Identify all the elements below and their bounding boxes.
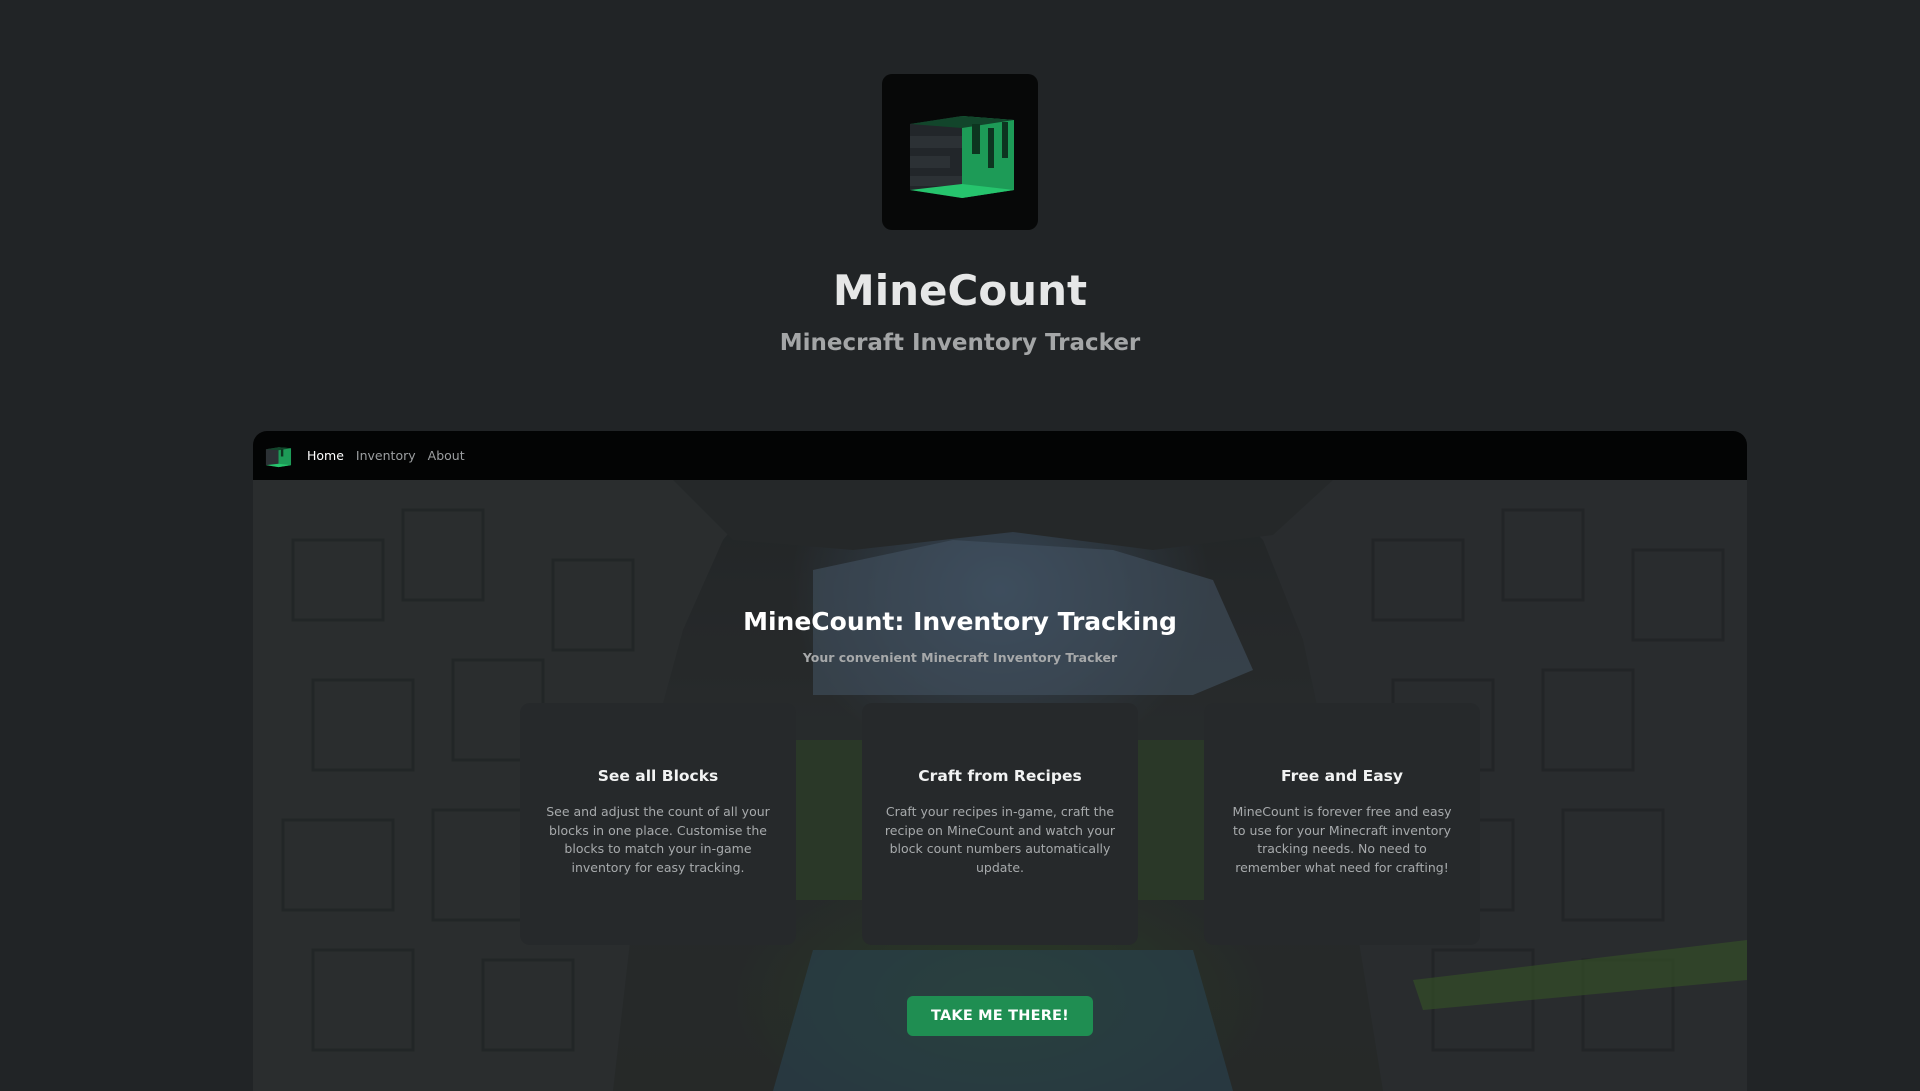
nav-link-home[interactable]: Home xyxy=(307,448,344,463)
navbar-logo[interactable] xyxy=(263,441,293,471)
card-description: See and adjust the count of all your blo… xyxy=(546,804,770,875)
card-title: See all Blocks xyxy=(597,767,719,785)
navbar: Home Inventory About xyxy=(253,431,1747,480)
feature-card-see-all-blocks: See all Blocks See and adjust the count … xyxy=(520,703,796,945)
card-description: MineCount is forever free and easy to us… xyxy=(1232,804,1452,875)
feature-card-free-and-easy: Free and Easy MineCount is forever free … xyxy=(1204,703,1480,945)
nav-link-about[interactable]: About xyxy=(428,448,465,463)
main-subheading: Your convenient Minecraft Inventory Trac… xyxy=(802,650,1118,665)
card-description: Craft your recipes in-game, craft the re… xyxy=(884,804,1116,875)
app-subtitle: Minecraft Inventory Tracker xyxy=(779,330,1141,356)
card-title: Craft from Recipes xyxy=(918,767,1082,785)
feature-card-craft-from-recipes: Craft from Recipes Craft your recipes in… xyxy=(862,703,1138,945)
app-title: MineCount xyxy=(832,266,1088,315)
card-title: Free and Easy xyxy=(1280,767,1404,785)
nav-link-inventory[interactable]: Inventory xyxy=(356,448,416,463)
minecount-logo xyxy=(882,74,1038,230)
take-me-there-button[interactable]: TAKE ME THERE! xyxy=(907,996,1093,1036)
minecount-cube-logo-icon xyxy=(265,446,292,467)
minecount-cube-logo-icon xyxy=(910,116,1014,198)
main-heading: MineCount: Inventory Tracking xyxy=(743,607,1177,636)
hero-section: MineCount Minecraft Inventory Tracker xyxy=(0,0,1920,420)
